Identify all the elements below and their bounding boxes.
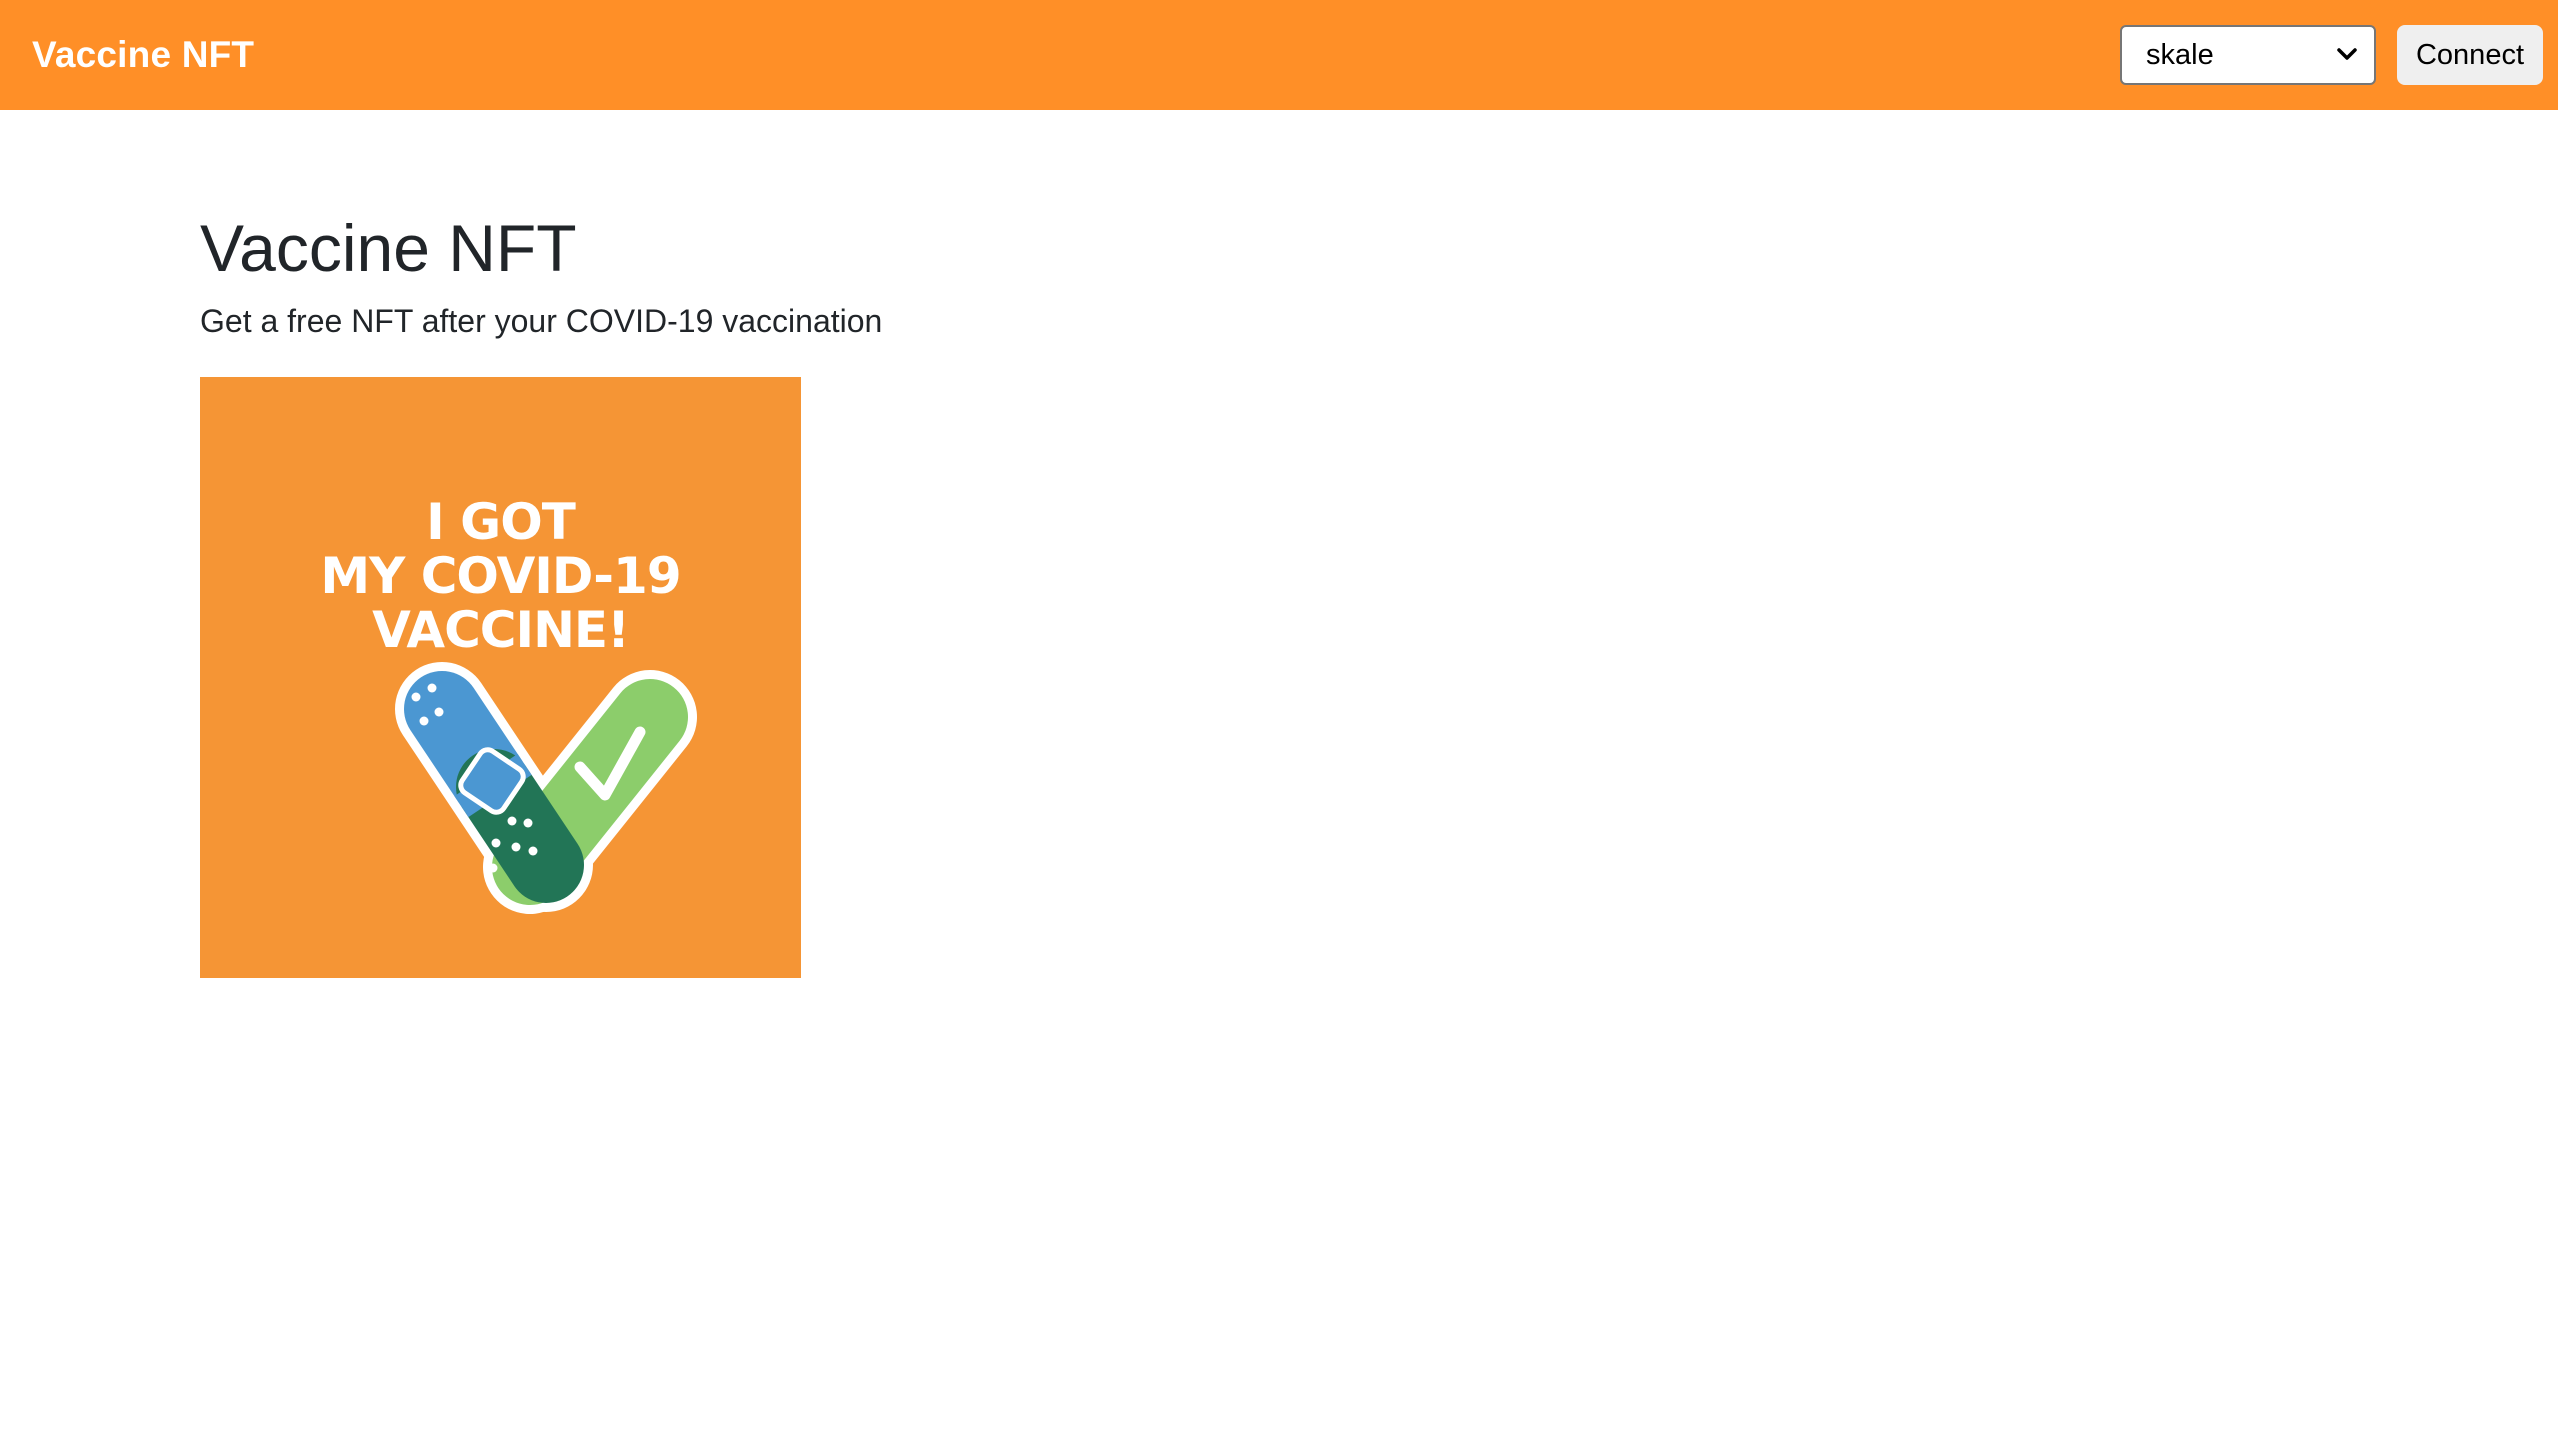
nav-actions: skale Connect <box>2120 25 2543 85</box>
navbar: Vaccine NFT skale Connect <box>0 0 2558 110</box>
page-subtitle: Get a free NFT after your COVID-19 vacci… <box>200 303 883 339</box>
main-content: Vaccine NFT Get a free NFT after your CO… <box>200 205 882 978</box>
chevron-down-icon <box>2337 48 2357 60</box>
network-select-value: skale <box>2146 38 2214 71</box>
connect-button[interactable]: Connect <box>2397 25 2543 85</box>
page-title: Vaccine NFT <box>200 211 577 285</box>
bandage-checkmark-icon <box>395 662 697 914</box>
brand-logo[interactable]: Vaccine NFT <box>32 34 254 76</box>
network-select[interactable]: skale <box>2120 25 2376 85</box>
nft-image: I GOT MY COVID-19 VACCINE! <box>200 377 801 978</box>
